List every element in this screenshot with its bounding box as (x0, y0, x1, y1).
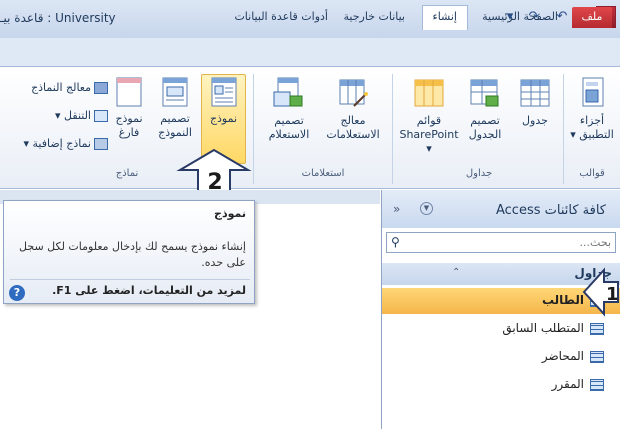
nav-item-course[interactable]: المقرر (382, 372, 620, 398)
form-icon (211, 77, 236, 107)
tooltip-body: إنشاء نموذج يسمح لك بإدخال معلومات لكل س… (19, 240, 246, 269)
navigation-button[interactable]: التنقل ▾ (4, 108, 108, 124)
nav-search-box[interactable]: ⚲ (386, 232, 616, 253)
nav-item-label: المقرر (551, 377, 584, 391)
group-separator (392, 74, 393, 184)
more-forms-icon (94, 138, 108, 150)
nav-item-label: المتطلب السابق (502, 321, 584, 335)
table-icon (590, 323, 604, 335)
chevron-up-icon[interactable]: ⌃ (452, 267, 460, 278)
group-separator (563, 74, 564, 184)
blank-form-button[interactable]: نموذج فارغ (108, 76, 150, 140)
group-label-tables: جداول (465, 168, 493, 179)
tooltip: نموذج إنشاء نموذج يسمح لك بإدخال معلومات… (3, 200, 255, 304)
group-label-templates: قوالب (579, 168, 605, 179)
form-wizard-button[interactable]: معالج النماذج (4, 80, 108, 96)
form-button[interactable]: نموذج (201, 76, 246, 126)
table-icon (590, 351, 604, 363)
sharepoint-lists-button[interactable]: قوائم SharePoint ▾ (398, 76, 460, 156)
table-icon (520, 79, 550, 107)
group-label-queries: استعلامات (301, 168, 345, 179)
nav-item-lecturer[interactable]: المحاضر (382, 344, 620, 370)
blank-form-icon (116, 77, 142, 107)
tab-file[interactable]: ملف (572, 7, 612, 28)
collapse-pane-icon[interactable]: » (393, 202, 400, 216)
tooltip-title: نموذج (214, 207, 246, 220)
query-design-icon (273, 77, 303, 107)
help-icon: ? (9, 285, 25, 301)
nav-item-label: الطالب (541, 293, 584, 307)
nav-search-input[interactable] (411, 235, 611, 250)
tab-create[interactable]: إنشاء (421, 5, 468, 30)
tab-external-data[interactable]: بيانات خارجية (334, 6, 415, 29)
nav-pane-title[interactable]: كافة كائنات Access (496, 203, 606, 218)
query-design-button[interactable]: تصميم الاستعلام (258, 76, 320, 142)
table-button[interactable]: جدول (512, 76, 558, 128)
form-design-button[interactable]: تصميم النموذج (152, 76, 198, 140)
nav-item-label: المحاضر (541, 349, 584, 363)
tab-home[interactable]: الصفحة الرئيسية (472, 6, 568, 29)
ribbon-tabs-row (0, 38, 620, 67)
table-design-button[interactable]: تصميم الجدول (460, 76, 510, 142)
more-forms-button[interactable]: نماذج إضافية ▾ (4, 136, 108, 152)
search-icon[interactable]: ⚲ (391, 235, 400, 249)
window-title: University : قاعدة بيـ (0, 11, 116, 25)
form-design-icon (162, 77, 188, 107)
table-design-icon (470, 79, 499, 107)
app-parts-button[interactable]: أجزاء التطبيق ▾ (566, 76, 618, 142)
callout-number-1: 1 (606, 284, 619, 305)
tooltip-divider (10, 279, 250, 280)
form-wizard-icon (94, 82, 108, 94)
sharepoint-lists-icon (414, 79, 444, 107)
query-wizard-button[interactable]: معالج الاستعلامات (318, 76, 388, 142)
tooltip-help-text: لمزيد من التعليمات، اضغط على F1. (52, 284, 246, 297)
tab-database-tools[interactable]: أدوات قاعدة البيانات (224, 6, 338, 29)
navigation-icon (94, 110, 108, 122)
nav-menu-dropdown-icon[interactable]: ▼ (420, 202, 433, 215)
table-icon (590, 379, 604, 391)
query-wizard-icon (339, 79, 368, 107)
app-parts-icon (582, 77, 604, 107)
